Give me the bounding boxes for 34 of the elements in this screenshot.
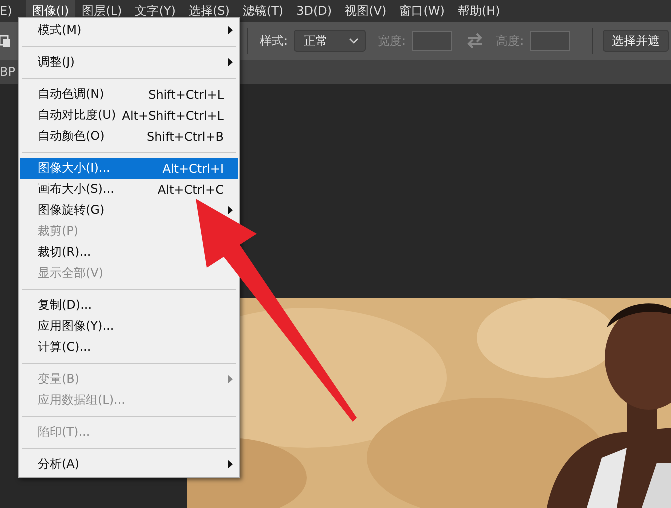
menu-item[interactable]: 裁切(R)... xyxy=(38,244,92,261)
menu-item[interactable]: 分析(A) xyxy=(38,456,80,473)
shortcut-label: Alt+Ctrl+C xyxy=(158,182,224,196)
menu-item[interactable]: 自动色调(N) xyxy=(38,86,104,103)
menu-item[interactable]: 图像大小(I)... Alt+Ctrl+I xyxy=(20,158,238,179)
style-dropdown[interactable]: 正常 xyxy=(294,30,366,52)
menu-bar-item[interactable]: 3D(D) xyxy=(290,1,338,21)
menu-bar-item[interactable]: 窗口(W) xyxy=(394,0,451,22)
marquee-tool-icon[interactable] xyxy=(0,34,10,48)
menu-bar-item[interactable]: E) xyxy=(0,1,18,21)
menu-bar-item[interactable]: 滤镜(T) xyxy=(236,0,290,22)
shortcut-label: Alt+Ctrl+I xyxy=(162,162,224,176)
menu-item-label: 图像大小(I)... xyxy=(38,160,110,177)
menu-bar-item[interactable]: 帮助(H) xyxy=(452,0,506,22)
menu-item[interactable]: 自动对比度(U) xyxy=(38,107,116,124)
shortcut-label: Shift+Ctrl+L xyxy=(148,88,224,102)
menu-item[interactable]: 模式(M) xyxy=(38,22,82,39)
menu-item[interactable]: 应用图像(Y)... xyxy=(38,318,114,335)
shortcut-label: Alt+Shift+Ctrl+L xyxy=(122,108,224,122)
document-tab[interactable]: BP xyxy=(0,65,16,79)
select-and-mask-button[interactable]: 选择并遮 xyxy=(603,30,670,52)
width-field[interactable] xyxy=(412,31,452,51)
menu-item[interactable]: 计算(C)... xyxy=(38,339,92,356)
shortcut-label: Shift+Ctrl+B xyxy=(147,130,224,144)
menu-item[interactable]: 画布大小(S)... xyxy=(38,181,114,198)
menu-item[interactable]: 自动颜色(O) xyxy=(38,128,105,145)
swap-icon[interactable] xyxy=(466,33,484,49)
menu-item[interactable]: 复制(D)... xyxy=(38,297,92,314)
height-field[interactable] xyxy=(530,31,570,51)
menu-item[interactable]: 图像旋转(G) xyxy=(38,202,105,219)
style-label: 样式: xyxy=(260,32,288,50)
chevron-icon xyxy=(349,38,360,44)
menu-item[interactable]: 调整(J) xyxy=(38,54,75,71)
menu-bar-item[interactable]: 视图(V) xyxy=(339,0,393,22)
